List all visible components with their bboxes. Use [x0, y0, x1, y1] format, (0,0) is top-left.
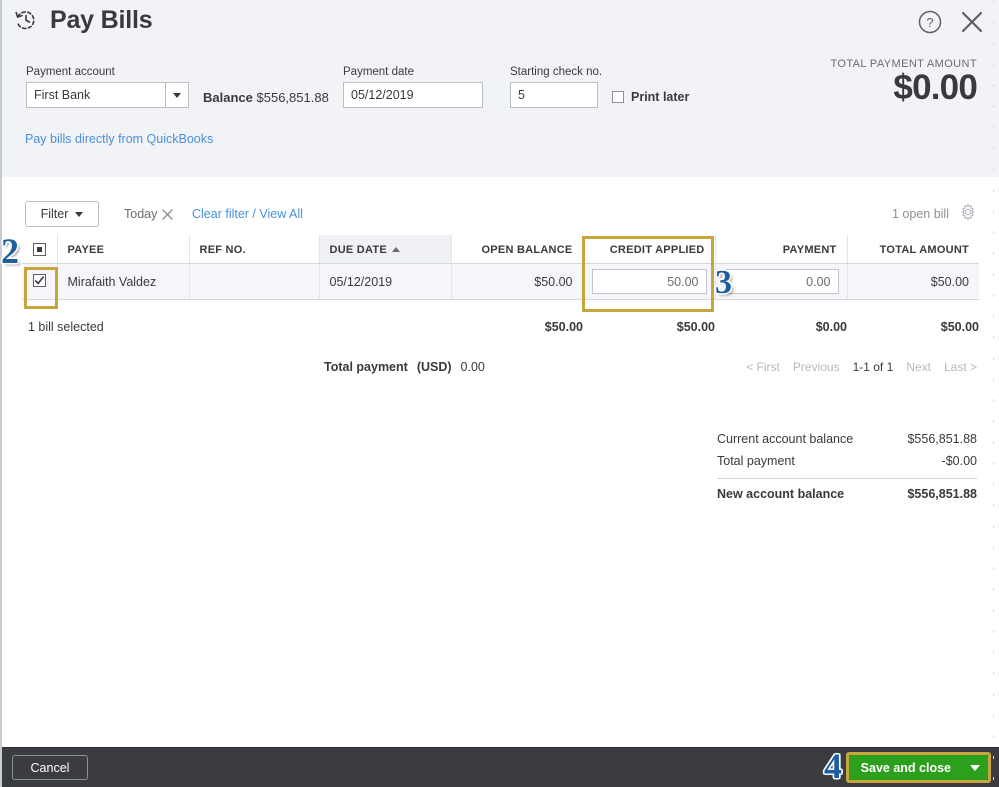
svg-text:?: ?: [926, 15, 933, 30]
pay-bills-dialog: Pay Bills ? Payment account First Bank B…: [0, 0, 999, 787]
save-and-close-button[interactable]: Save and close: [848, 755, 988, 780]
select-all-checkbox[interactable]: [33, 243, 46, 256]
chevron-down-icon: [75, 211, 84, 217]
print-later-checkbox[interactable]: Print later: [612, 90, 689, 104]
filter-toolbar: Filter Today Clear filter / View All 1 o…: [2, 177, 999, 237]
credit-applied-input[interactable]: [591, 269, 707, 294]
save-and-close-dropdown[interactable]: [962, 755, 988, 780]
clock-history-icon: [12, 6, 40, 34]
payment-date-input[interactable]: [343, 82, 483, 108]
save-and-close-label: Save and close: [860, 760, 951, 775]
sort-ascending-icon: [391, 247, 400, 253]
total-payment-column: $0.00: [815, 320, 847, 334]
cell-credit-applied[interactable]: [583, 263, 716, 300]
summary-total-payment-label: Total payment: [717, 454, 795, 468]
column-header-total-amount[interactable]: TOTAL AMOUNT: [847, 235, 979, 264]
bills-table: PAYEE REF NO. DUE DATE OPEN BALANCE CRED…: [22, 235, 979, 300]
payment-account-field: Payment account: [26, 66, 189, 108]
payment-account-input[interactable]: [26, 82, 165, 108]
pager-first[interactable]: < First: [746, 360, 780, 374]
cell-payee: Mirafaith Valdez: [57, 263, 190, 300]
summary-divider: [717, 478, 977, 479]
page-title: Pay Bills: [50, 5, 153, 34]
filter-chip-label: Today: [124, 207, 158, 221]
table-header-row: PAYEE REF NO. DUE DATE OPEN BALANCE CRED…: [22, 235, 979, 264]
filter-button[interactable]: Filter: [25, 201, 99, 227]
column-header-open-balance[interactable]: OPEN BALANCE: [451, 235, 584, 264]
total-payment-currency: (USD): [416, 360, 452, 374]
payment-account-combobox[interactable]: [26, 82, 189, 108]
cancel-button[interactable]: Cancel: [12, 755, 88, 780]
column-header-due-date[interactable]: DUE DATE: [319, 235, 452, 264]
chevron-down-icon: [970, 764, 980, 771]
close-x-icon[interactable]: [959, 9, 985, 35]
summary-current-balance-label: Current account balance: [717, 432, 854, 446]
total-payment-amount-block: TOTAL PAYMENT AMOUNT $0.00: [830, 58, 977, 107]
summary-new-balance-value: $556,851.88: [907, 487, 977, 501]
total-total-amount: $50.00: [940, 320, 979, 334]
cell-total-amount: $50.00: [847, 263, 979, 300]
payment-input[interactable]: [723, 269, 839, 294]
filter-chip-today[interactable]: Today: [124, 207, 174, 221]
close-x-icon[interactable]: [162, 208, 174, 220]
total-payment-amount-value: $0.00: [893, 68, 977, 107]
column-header-due-date-label: DUE DATE: [329, 243, 387, 256]
pager-previous[interactable]: Previous: [793, 360, 840, 374]
dialog-header: Pay Bills ? Payment account First Bank B…: [2, 0, 999, 177]
help-circle-icon[interactable]: ?: [917, 9, 943, 35]
summary-total-payment: Total payment -$0.00: [717, 450, 977, 472]
column-header-credit-applied[interactable]: CREDIT APPLIED: [583, 235, 716, 264]
dialog-footer: Cancel Save and close: [2, 747, 999, 787]
starting-check-no-field: Starting check no.: [510, 66, 602, 108]
payment-date-label: Payment date: [343, 66, 414, 78]
summary-current-balance-value: $556,851.88: [907, 432, 977, 446]
payment-date-field: Payment date: [343, 66, 483, 108]
pager-next[interactable]: Next: [906, 360, 931, 374]
pager-current-range: 1-1 of 1: [852, 360, 894, 374]
total-payment-label: Total payment: [324, 360, 408, 374]
chevron-down-icon: [173, 92, 181, 98]
table-row[interactable]: Mirafaith Valdez 05/12/2019 $50.00 $50.0…: [22, 263, 979, 300]
cell-open-balance: $50.00: [451, 263, 584, 300]
row-checkbox[interactable]: [33, 274, 46, 287]
summary-new-balance-label: New account balance: [717, 487, 845, 501]
summary-current-balance: Current account balance $556,851.88: [717, 428, 977, 450]
payment-account-dropdown-arrow[interactable]: [165, 82, 189, 108]
summary-total-payment-value: -$0.00: [941, 454, 977, 468]
checkbox-box[interactable]: [612, 91, 624, 103]
open-bill-count: 1 open bill: [892, 207, 949, 221]
filter-button-label: Filter: [40, 207, 69, 221]
pay-bills-quickbooks-link[interactable]: Pay bills directly from QuickBooks: [25, 132, 213, 146]
pager-last[interactable]: Last >: [944, 360, 977, 374]
table-totals-row: $50.00 $50.00 $0.00 $50.00: [22, 320, 979, 340]
total-open-balance: $50.00: [544, 320, 583, 334]
clear-filter-link[interactable]: Clear filter / View All: [192, 207, 303, 221]
payment-account-label: Payment account: [26, 66, 115, 78]
total-credit-applied: $50.00: [676, 320, 715, 334]
title-row: Pay Bills: [12, 5, 153, 34]
column-header-payment[interactable]: PAYMENT: [715, 235, 848, 264]
account-summary: Current account balance $556,851.88 Tota…: [717, 428, 977, 505]
highlight-box-save-and-close: Save and close: [845, 752, 991, 783]
account-balance-text: Balance $556,851.88: [203, 90, 329, 105]
account-balance-value: $556,851.88: [256, 90, 329, 105]
select-all-header-cell[interactable]: [22, 235, 58, 264]
starting-check-no-input[interactable]: [510, 82, 598, 108]
account-balance-prefix: Balance: [203, 90, 253, 105]
total-payment-value: 0.00: [460, 360, 485, 374]
row-select-cell[interactable]: [22, 263, 58, 300]
cell-ref-no: [189, 263, 320, 300]
column-header-ref-no[interactable]: REF NO.: [189, 235, 320, 264]
cell-due-date: 05/12/2019: [319, 263, 452, 300]
total-payment-line: Total payment (USD) 0.00: [324, 360, 485, 374]
column-header-payee[interactable]: PAYEE: [57, 235, 190, 264]
step-number-2: 2: [1, 231, 19, 271]
cell-payment[interactable]: [715, 263, 848, 300]
starting-check-no-label: Starting check no.: [510, 66, 603, 78]
table-pagination: < First Previous 1-1 of 1 Next Last >: [746, 360, 977, 374]
gear-icon[interactable]: [959, 203, 977, 221]
summary-new-balance: New account balance $556,851.88: [717, 483, 977, 505]
print-later-label: Print later: [631, 90, 690, 104]
